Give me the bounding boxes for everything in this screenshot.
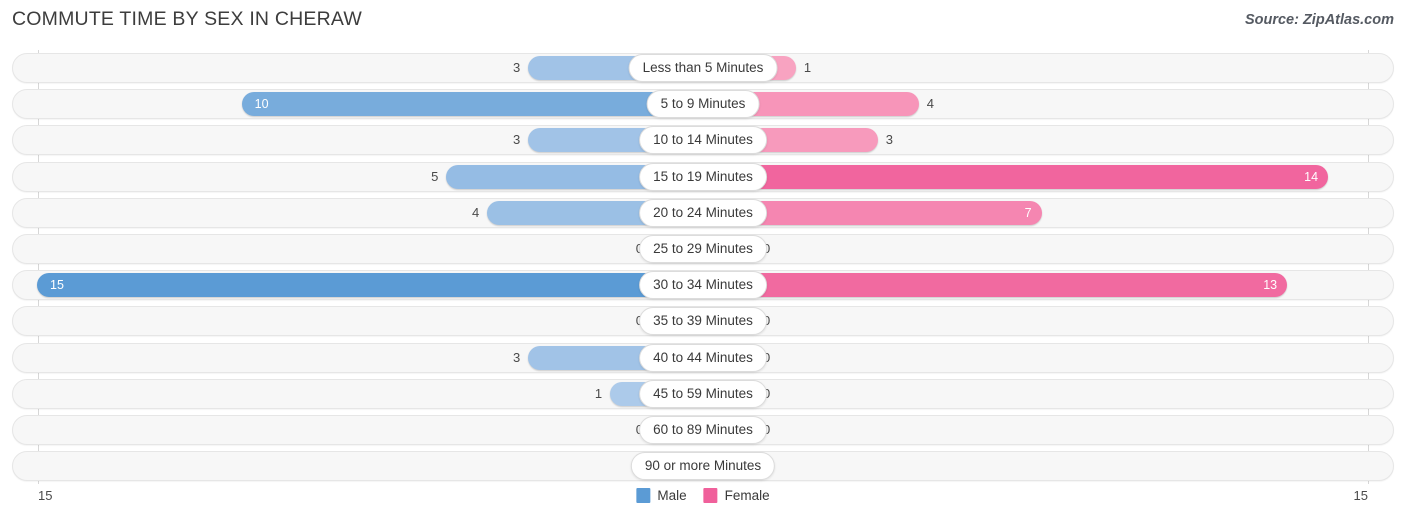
page-title: COMMUTE TIME BY SEX IN CHERAW bbox=[12, 8, 362, 30]
chart-plot-area: 3 1 Less than 5 Minutes 10 4 5 to 9 Minutes 3 3… bbox=[0, 50, 1406, 484]
male-color-swatch bbox=[636, 488, 651, 503]
male-value-label: 3 bbox=[512, 132, 521, 148]
male-bar[interactable] bbox=[241, 92, 703, 117]
table-row[interactable]: 3 3 10 to 14 Minutes bbox=[12, 125, 1394, 156]
male-value-label: 5 bbox=[431, 168, 439, 184]
male-value-label: 10 bbox=[254, 97, 269, 112]
table-row[interactable]: 0 025 to 29 Minutes bbox=[12, 234, 1394, 264]
table-row[interactable]: 10 4 5 to 9 Minutes bbox=[12, 89, 1394, 120]
female-value-label: 13 bbox=[1263, 278, 1278, 293]
male-value-label: 3 bbox=[512, 60, 521, 75]
legend-label-male: Male bbox=[657, 488, 687, 503]
table-row[interactable]: 3 040 to 44 Minutes bbox=[12, 342, 1394, 373]
female-value-label: 0 bbox=[763, 415, 819, 445]
category-label: 5 to 9 Minutes bbox=[646, 90, 760, 119]
legend-item-female[interactable]: Female bbox=[703, 488, 770, 503]
category-label: 30 to 34 Minutes bbox=[639, 271, 767, 300]
female-value-label: 4 bbox=[926, 96, 934, 112]
category-label: 60 to 89 Minutes bbox=[639, 416, 767, 444]
table-row[interactable]: 3 1 Less than 5 Minutes bbox=[12, 53, 1394, 83]
axis-max-left: 15 bbox=[38, 488, 53, 503]
axis-max-right: 15 bbox=[1353, 488, 1368, 503]
category-label: 35 to 39 Minutes bbox=[639, 307, 767, 336]
source-attribution: Source: ZipAtlas.com bbox=[1244, 12, 1394, 28]
female-value-label: 0 bbox=[763, 343, 819, 373]
female-bar[interactable] bbox=[703, 164, 1329, 189]
male-bar[interactable] bbox=[37, 273, 703, 298]
female-value-label: 0 bbox=[763, 234, 819, 264]
female-bar[interactable] bbox=[703, 273, 1288, 298]
category-label: 45 to 59 Minutes bbox=[639, 379, 767, 408]
female-value-label: 14 bbox=[1304, 169, 1319, 184]
male-value-label: 4 bbox=[472, 204, 480, 220]
table-row[interactable]: 1 045 to 59 Minutes bbox=[12, 378, 1394, 409]
chart-page: COMMUTE TIME BY SEX IN CHERAW Source: Zi… bbox=[0, 0, 1406, 523]
chart-legend: Male Female bbox=[636, 488, 770, 503]
male-value-label: 0 bbox=[587, 306, 643, 336]
table-row[interactable]: 4 7 20 to 24 Minutes bbox=[12, 197, 1394, 228]
table-row[interactable]: 0 035 to 39 Minutes bbox=[12, 306, 1394, 337]
female-value-label: 1 bbox=[803, 60, 812, 75]
table-row[interactable]: 5 14 15 to 19 Minutes bbox=[12, 161, 1394, 192]
male-value-label: 15 bbox=[50, 278, 64, 293]
category-label: 25 to 29 Minutes bbox=[639, 235, 767, 263]
category-label: 40 to 44 Minutes bbox=[639, 343, 767, 372]
table-row[interactable]: 0090 or more Minutes bbox=[12, 451, 1394, 482]
chart-footer: 15 15 Male Female bbox=[0, 484, 1406, 523]
male-value-label: 0 bbox=[587, 234, 643, 264]
category-label: 15 to 19 Minutes bbox=[639, 162, 767, 191]
category-label: 20 to 24 Minutes bbox=[639, 198, 767, 227]
female-value-label: 3 bbox=[885, 132, 894, 148]
legend-item-male[interactable]: Male bbox=[636, 488, 687, 503]
male-value-label: 0 bbox=[587, 415, 643, 445]
male-value-label: 1 bbox=[594, 385, 603, 401]
male-value-label: 3 bbox=[512, 349, 521, 365]
category-label: 90 or more Minutes bbox=[630, 452, 776, 481]
category-label: Less than 5 Minutes bbox=[628, 54, 778, 82]
female-value-label: 0 bbox=[763, 379, 819, 409]
table-row[interactable]: 15 13 30 to 34 Minutes bbox=[12, 270, 1394, 301]
female-color-swatch bbox=[703, 488, 718, 503]
female-value-label: 0 bbox=[763, 306, 819, 336]
table-row[interactable]: 0 060 to 89 Minutes bbox=[12, 415, 1394, 445]
category-label: 10 to 14 Minutes bbox=[639, 126, 767, 155]
legend-label-female: Female bbox=[724, 488, 770, 503]
female-value-label: 7 bbox=[1024, 205, 1032, 220]
